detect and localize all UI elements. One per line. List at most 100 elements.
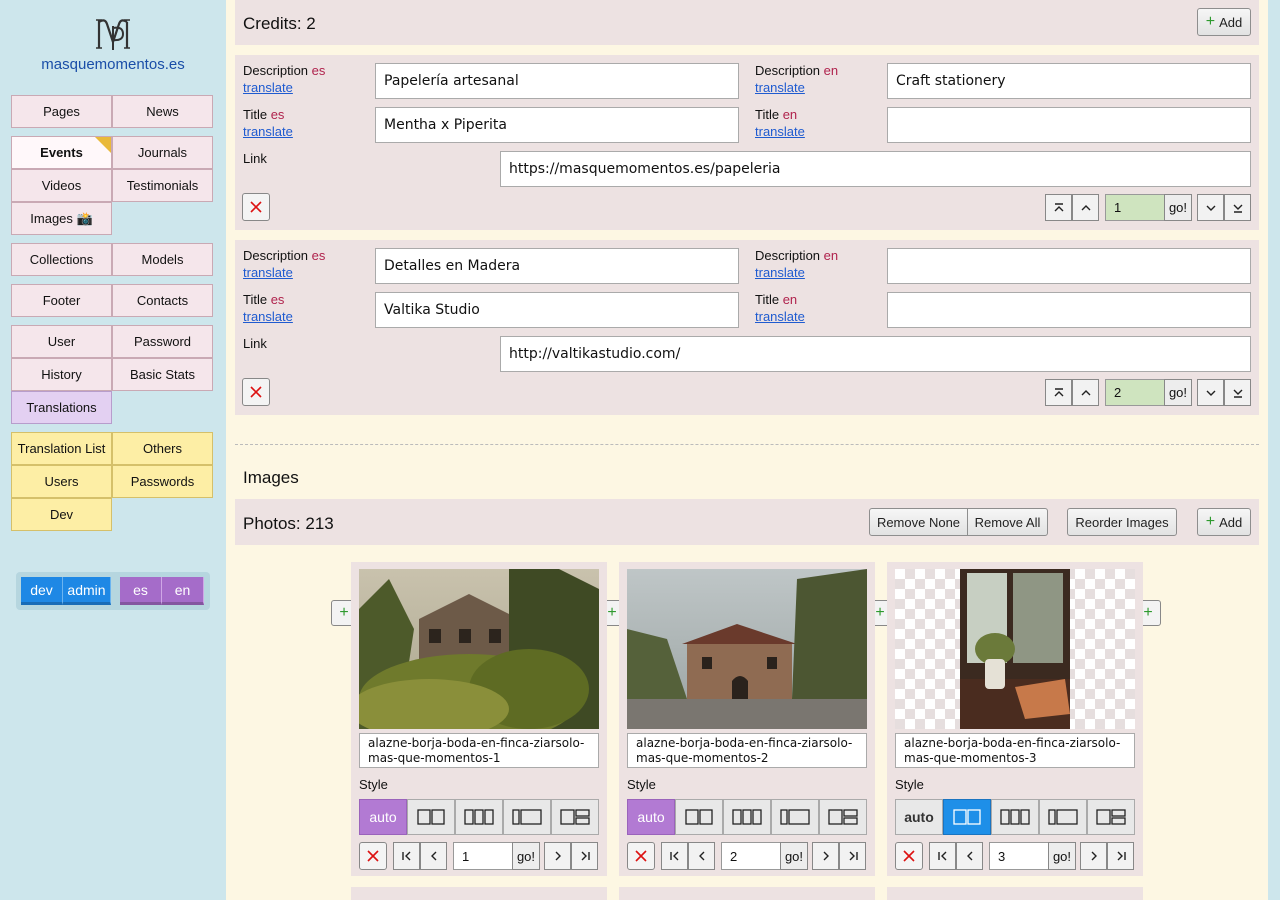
toggle-lang-en[interactable]: en [162, 577, 204, 605]
go-button[interactable]: go! [512, 842, 540, 870]
add-photo-button[interactable]: + Add [1197, 508, 1251, 536]
toggle-lang-es[interactable]: es [120, 577, 162, 605]
scrollbar[interactable] [1268, 0, 1280, 900]
remove-photo-button[interactable] [895, 842, 923, 870]
nav-contacts[interactable]: Contacts [112, 284, 213, 317]
remove-all-button[interactable]: Remove All [967, 508, 1048, 536]
translate-link[interactable]: translate [243, 124, 293, 139]
remove-photo-button[interactable] [359, 842, 387, 870]
style-split-button[interactable] [819, 799, 867, 835]
nav-user[interactable]: User [11, 325, 112, 358]
nav-translation-list[interactable]: Translation List [11, 432, 112, 465]
description-es-field[interactable]: Papelería artesanal [375, 63, 739, 99]
nav-pages[interactable]: Pages [11, 95, 112, 128]
delete-credit-button[interactable] [242, 378, 270, 406]
move-previous-button[interactable] [688, 842, 715, 870]
move-first-button[interactable] [929, 842, 956, 870]
photo-position-input[interactable]: 1 [453, 842, 515, 870]
move-top-button[interactable] [1045, 379, 1072, 406]
photo-thumbnail[interactable] [627, 569, 867, 729]
translate-link[interactable]: translate [755, 124, 805, 139]
photo-caption-field[interactable]: alazne-borja-boda-en-finca-ziarsolo-mas-… [627, 733, 867, 768]
style-two-column-button[interactable] [943, 799, 991, 835]
translate-link[interactable]: translate [755, 309, 805, 324]
style-split-button[interactable] [1087, 799, 1135, 835]
nav-images[interactable]: Images 📸 [11, 202, 112, 235]
nav-news[interactable]: News [112, 95, 213, 128]
style-wide-right-button[interactable] [771, 799, 819, 835]
title-en-field[interactable] [887, 107, 1251, 143]
translate-link[interactable]: translate [243, 265, 293, 280]
toggle-admin[interactable]: admin [63, 577, 111, 605]
move-down-button[interactable] [1197, 194, 1224, 221]
nav-journals[interactable]: Journals [112, 136, 213, 169]
title-en-field[interactable] [887, 292, 1251, 328]
toggle-dev[interactable]: dev [21, 577, 63, 605]
nav-testimonials[interactable]: Testimonials [112, 169, 213, 202]
nav-footer[interactable]: Footer [11, 284, 112, 317]
move-bottom-button[interactable] [1224, 194, 1251, 221]
photo-thumbnail[interactable] [895, 569, 1135, 729]
move-next-button[interactable] [812, 842, 839, 870]
link-field[interactable]: https://masquemomentos.es/papeleria [500, 151, 1251, 187]
nav-translations[interactable]: Translations [11, 391, 112, 424]
title-es-field[interactable]: Mentha x Piperita [375, 107, 739, 143]
move-top-button[interactable] [1045, 194, 1072, 221]
style-three-column-button[interactable] [723, 799, 771, 835]
go-button[interactable]: go! [1164, 194, 1192, 221]
site-logo[interactable]: masquemomentos.es [0, 14, 226, 73]
style-wide-right-button[interactable] [503, 799, 551, 835]
nav-password[interactable]: Password [112, 325, 213, 358]
site-name[interactable]: masquemomentos.es [0, 56, 226, 73]
move-last-button[interactable] [571, 842, 598, 870]
photo-thumbnail[interactable] [359, 569, 599, 729]
move-up-button[interactable] [1072, 379, 1099, 406]
nav-events[interactable]: Events [11, 136, 112, 169]
nav-videos[interactable]: Videos [11, 169, 112, 202]
style-auto-button[interactable]: auto [627, 799, 675, 835]
move-previous-button[interactable] [956, 842, 983, 870]
photo-position-input[interactable]: 2 [721, 842, 783, 870]
go-button[interactable]: go! [780, 842, 808, 870]
nav-basic-stats[interactable]: Basic Stats [112, 358, 213, 391]
style-two-column-button[interactable] [675, 799, 723, 835]
description-es-field[interactable]: Detalles en Madera [375, 248, 739, 284]
position-input[interactable]: 2 [1105, 379, 1165, 406]
remove-photo-button[interactable] [627, 842, 655, 870]
remove-none-button[interactable]: Remove None [869, 508, 968, 536]
translate-link[interactable]: translate [243, 80, 293, 95]
style-auto-button[interactable]: auto [895, 799, 943, 835]
style-split-button[interactable] [551, 799, 599, 835]
style-two-column-button[interactable] [407, 799, 455, 835]
position-input[interactable]: 1 [1105, 194, 1165, 221]
translate-link[interactable]: translate [755, 265, 805, 280]
move-last-button[interactable] [839, 842, 866, 870]
nav-others[interactable]: Others [112, 432, 213, 465]
nav-passwords[interactable]: Passwords [112, 465, 213, 498]
move-next-button[interactable] [1080, 842, 1107, 870]
move-up-button[interactable] [1072, 194, 1099, 221]
move-down-button[interactable] [1197, 379, 1224, 406]
translate-link[interactable]: translate [755, 80, 805, 95]
style-three-column-button[interactable] [991, 799, 1039, 835]
move-last-button[interactable] [1107, 842, 1134, 870]
go-button[interactable]: go! [1164, 379, 1192, 406]
description-en-field[interactable] [887, 248, 1251, 284]
translate-link[interactable]: translate [243, 309, 293, 324]
nav-history[interactable]: History [11, 358, 112, 391]
photo-position-input[interactable]: 3 [989, 842, 1051, 870]
delete-credit-button[interactable] [242, 193, 270, 221]
style-auto-button[interactable]: auto [359, 799, 407, 835]
link-field[interactable]: http://valtikastudio.com/ [500, 336, 1251, 372]
reorder-images-button[interactable]: Reorder Images [1067, 508, 1177, 536]
move-first-button[interactable] [661, 842, 688, 870]
go-button[interactable]: go! [1048, 842, 1076, 870]
photo-caption-field[interactable]: alazne-borja-boda-en-finca-ziarsolo-mas-… [359, 733, 599, 768]
style-three-column-button[interactable] [455, 799, 503, 835]
move-next-button[interactable] [544, 842, 571, 870]
nav-dev[interactable]: Dev [11, 498, 112, 531]
photo-caption-field[interactable]: alazne-borja-boda-en-finca-ziarsolo-mas-… [895, 733, 1135, 768]
description-en-field[interactable]: Craft stationery [887, 63, 1251, 99]
nav-collections[interactable]: Collections [11, 243, 112, 276]
style-wide-right-button[interactable] [1039, 799, 1087, 835]
